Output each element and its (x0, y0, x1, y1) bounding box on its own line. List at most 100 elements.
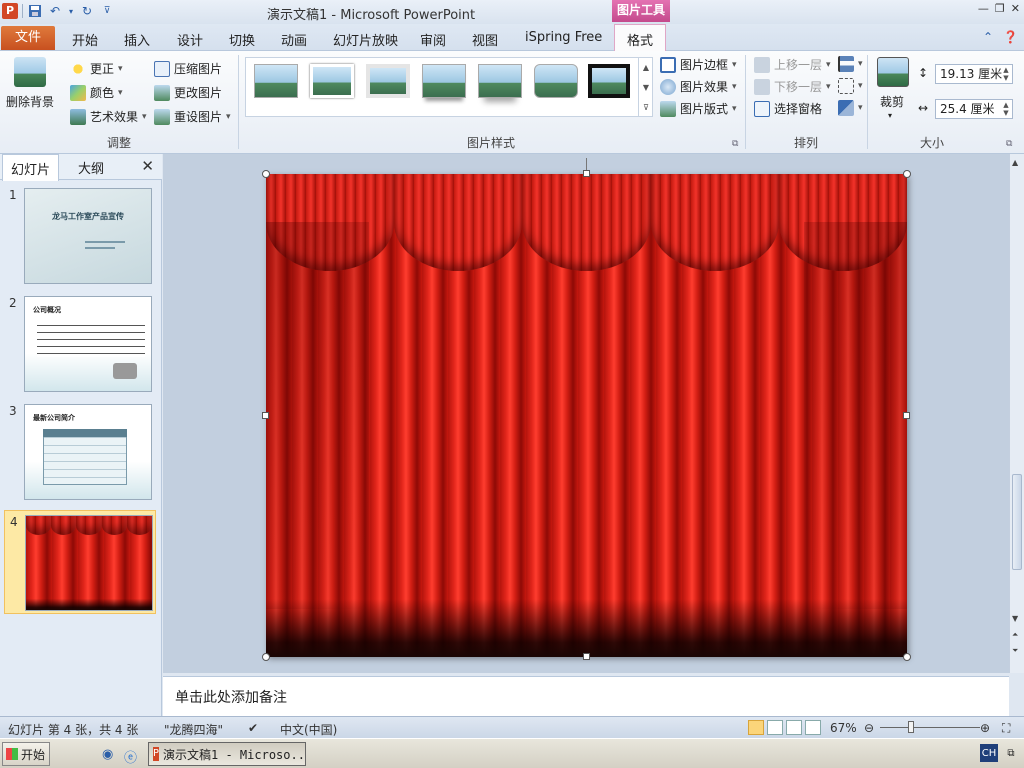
powerpoint-logo-icon[interactable]: P (2, 3, 18, 19)
help-icon[interactable]: ❓ (1003, 30, 1018, 44)
resize-handle-bottom-left[interactable] (262, 653, 270, 661)
resize-handle-bottom[interactable] (583, 653, 590, 660)
tab-home[interactable]: 开始 (72, 30, 98, 49)
height-spinner[interactable]: ▲ ▼ (1001, 66, 1011, 82)
tab-insert[interactable]: 插入 (124, 30, 150, 49)
picture-style-4[interactable] (422, 64, 466, 98)
resize-handle-top[interactable] (583, 170, 590, 177)
rotate-button[interactable] (838, 100, 863, 116)
picture-style-6[interactable] (534, 64, 578, 98)
tab-slides[interactable]: 幻灯片 (2, 154, 60, 181)
quick-launch-icon[interactable]: ◉ (102, 747, 113, 762)
gallery-down-icon[interactable]: ▼ (643, 83, 649, 92)
tab-animations[interactable]: 动画 (281, 30, 307, 49)
curtain-picture[interactable] (266, 174, 907, 657)
resize-handle-top-right[interactable] (903, 170, 911, 178)
undo-dropdown-icon[interactable]: ▾ (67, 3, 75, 19)
tab-format[interactable]: 格式 (614, 24, 667, 52)
corrections-button[interactable]: 更正 (70, 60, 123, 77)
restore-button[interactable]: ❐ (995, 2, 1005, 15)
group-button[interactable] (838, 78, 863, 94)
vertical-scrollbar[interactable]: ▲ ▼ ⏶ ⏷ (1009, 154, 1024, 673)
crop-button[interactable]: 裁剪 (880, 93, 904, 110)
color-button[interactable]: 颜色 (70, 84, 123, 101)
next-slide-icon[interactable]: ⏷ (1012, 646, 1018, 656)
zoom-out-icon[interactable]: ⊖ (864, 721, 874, 735)
resize-handle-left[interactable] (262, 412, 269, 419)
slide-thumbnail-1[interactable]: 1 龙马工作室产品宣传 (4, 184, 156, 288)
slideshow-view-icon[interactable] (805, 720, 821, 735)
redo-icon[interactable]: ↻ (79, 3, 95, 19)
picture-style-3[interactable] (366, 64, 410, 98)
dialog-launcher-icon[interactable]: ⧉ (732, 139, 738, 149)
picture-style-7[interactable] (588, 64, 630, 98)
internet-explorer-icon[interactable]: ⓔ (124, 747, 137, 766)
resize-handle-right[interactable] (903, 412, 910, 419)
zoom-slider[interactable] (880, 727, 980, 728)
scroll-down-icon[interactable]: ▼ (1012, 614, 1018, 623)
send-backward-button[interactable]: 下移一层 (754, 78, 831, 95)
compress-pictures-button[interactable]: 压缩图片 (154, 60, 222, 77)
tab-view[interactable]: 视图 (472, 30, 498, 49)
slide-sorter-view-icon[interactable] (767, 720, 783, 735)
gallery-scroll[interactable]: ▲ ▼ ⊽ (638, 57, 653, 117)
close-panel-icon[interactable]: ✕ (141, 157, 154, 175)
start-button[interactable]: 开始 (2, 742, 50, 766)
gallery-more-icon[interactable]: ⊽ (643, 103, 649, 112)
artistic-effects-button[interactable]: 艺术效果 (70, 108, 147, 125)
picture-style-5[interactable] (478, 64, 522, 98)
customize-qat-icon[interactable]: ⊽ (99, 3, 115, 19)
picture-layout-button[interactable]: 图片版式 (660, 100, 737, 117)
picture-border-button[interactable]: 图片边框 (660, 56, 737, 73)
reset-picture-button[interactable]: 重设图片 (154, 108, 231, 125)
zoom-level[interactable]: 67% (830, 721, 857, 735)
minimize-button[interactable]: — (978, 2, 989, 15)
normal-view-icon[interactable] (748, 720, 764, 735)
save-icon[interactable] (27, 3, 43, 19)
slide-thumbnail-2[interactable]: 2 公司概况 (4, 292, 156, 396)
notes-pane[interactable]: 单击此处添加备注 (163, 676, 1009, 716)
tab-slideshow[interactable]: 幻灯片放映 (333, 30, 398, 49)
align-button[interactable] (838, 56, 863, 72)
scrollbar-thumb[interactable] (1012, 474, 1022, 570)
width-field[interactable]: 25.4 厘米 ▲ ▼ (935, 99, 1013, 119)
remove-background-button[interactable]: 删除背景 (6, 93, 54, 110)
crop-icon[interactable] (877, 57, 909, 87)
tray-network-icon[interactable]: ⧉ (1002, 744, 1020, 762)
tab-transitions[interactable]: 切换 (229, 30, 255, 49)
crop-dropdown-icon[interactable]: ▾ (888, 111, 892, 120)
slide-thumbnail-4[interactable]: 4 (4, 510, 156, 614)
selection-pane-button[interactable]: 选择窗格 (754, 100, 822, 117)
tab-ispring[interactable]: iSpring Free (525, 30, 602, 45)
change-picture-button[interactable]: 更改图片 (154, 84, 222, 101)
picture-style-2[interactable] (310, 64, 354, 98)
remove-background-icon[interactable] (14, 57, 46, 87)
taskbar-powerpoint-window[interactable]: P 演示文稿1 - Microso... (148, 742, 306, 766)
height-field[interactable]: 19.13 厘米 ▲ ▼ (935, 64, 1013, 84)
tab-review[interactable]: 审阅 (420, 30, 446, 49)
ime-indicator[interactable]: CH (980, 744, 998, 762)
size-dialog-launcher-icon[interactable]: ⧉ (1006, 139, 1012, 149)
tab-outline[interactable]: 大纲 (78, 158, 104, 177)
zoom-in-icon[interactable]: ⊕ (980, 721, 990, 735)
picture-style-1[interactable] (254, 64, 298, 98)
close-button[interactable]: ✕ (1011, 2, 1020, 15)
reading-view-icon[interactable] (786, 720, 802, 735)
resize-handle-bottom-right[interactable] (903, 653, 911, 661)
zoom-slider-thumb[interactable] (908, 721, 914, 733)
previous-slide-icon[interactable]: ⏶ (1012, 630, 1018, 640)
language-indicator[interactable]: 中文(中国) (280, 721, 337, 738)
width-spinner[interactable]: ▲ ▼ (1001, 101, 1011, 117)
bring-forward-button[interactable]: 上移一层 (754, 56, 831, 73)
picture-effects-button[interactable]: 图片效果 (660, 78, 737, 95)
spell-check-icon[interactable]: ✔ (248, 721, 258, 735)
resize-handle-top-left[interactable] (262, 170, 270, 178)
tab-design[interactable]: 设计 (177, 30, 203, 49)
slide-thumbnail-3[interactable]: 3 最新公司简介 (4, 400, 156, 504)
fit-to-window-icon[interactable]: ⛶ (1002, 721, 1010, 736)
gallery-up-icon[interactable]: ▲ (643, 63, 649, 72)
tab-file[interactable]: 文件 (1, 26, 55, 50)
scroll-up-icon[interactable]: ▲ (1012, 158, 1018, 167)
minimize-ribbon-icon[interactable]: ⌃ (983, 30, 993, 44)
undo-icon[interactable]: ↶ (47, 3, 63, 19)
